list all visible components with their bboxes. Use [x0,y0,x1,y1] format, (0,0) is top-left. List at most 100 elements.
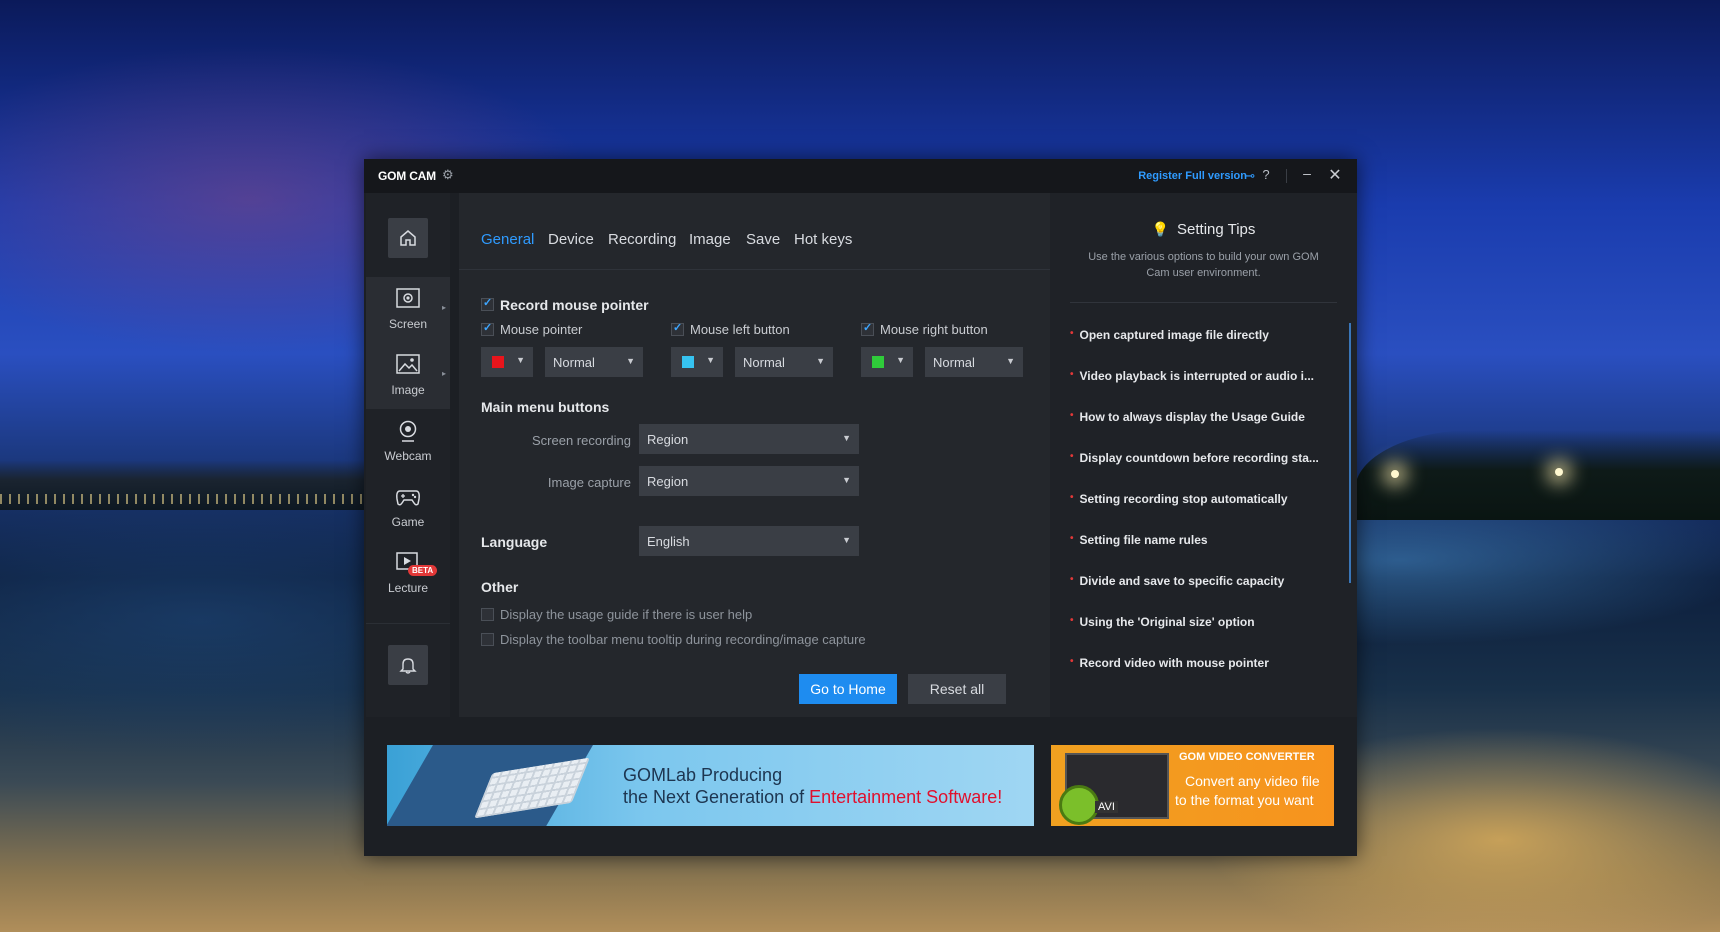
nav-item-webcam[interactable]: Webcam [366,409,450,475]
mouse-pointer-color-picker[interactable]: ▼ [481,347,533,377]
tab-save[interactable]: Save [746,231,780,248]
mouse-left-color-picker[interactable]: ▼ [671,347,723,377]
app-title: GOM CAM [378,169,436,183]
bullet-icon: • [1070,410,1074,421]
select-value: Region [647,474,689,489]
image-capture-select[interactable]: Region ▼ [639,466,859,496]
select-value: English [647,534,690,549]
chevron-down-icon: ▼ [816,356,825,366]
title-bar[interactable]: GOM CAM ⚙ Register Full version ⊸ ? – ✕ [364,159,1357,193]
register-full-version-link[interactable]: Register Full version [1138,170,1247,182]
title-divider [1286,169,1287,183]
tip-item[interactable]: • Record video with mouse pointer [1070,656,1332,670]
mouse-right-button-label: Mouse right button [880,322,988,338]
usage-guide-option[interactable]: Display the usage guide if there is user… [481,606,752,622]
gom-video-converter-banner[interactable]: AVI GOM VIDEO CONVERTER Convert any vide… [1051,745,1334,826]
screen-recording-label: Screen recording [532,433,631,448]
banner-line-2: the Next Generation of Entertainment Sof… [623,787,1002,808]
usage-guide-checkbox[interactable] [481,608,494,622]
mouse-right-button-option[interactable]: Mouse right button [861,321,988,337]
background-shore-right [1355,430,1720,520]
select-value: Region [647,432,689,447]
tip-item[interactable]: • Using the 'Original size' option [1070,615,1332,629]
image-icon [396,354,420,374]
nav-divider [366,623,450,624]
home-button[interactable] [388,218,428,258]
toolbar-tooltip-label: Display the toolbar menu tooltip during … [500,632,866,648]
screen-record-icon [396,288,420,308]
tip-item[interactable]: • Setting file name rules [1070,533,1332,547]
tip-item[interactable]: • Divide and save to specific capacity [1070,574,1332,588]
banner-line-2-prefix: the Next Generation of [623,787,810,807]
go-to-home-button[interactable]: Go to Home [799,674,897,704]
nav-item-screen[interactable]: Screen ▸ [366,277,450,343]
screen-recording-select[interactable]: Region ▼ [639,424,859,454]
settings-tabs: General Device Recording Image Save Hot … [459,193,1087,270]
tab-device[interactable]: Device [548,231,594,248]
mouse-right-size-select[interactable]: Normal ▼ [925,347,1023,377]
tip-text: Divide and save to specific capacity [1079,574,1285,588]
tab-hot-keys[interactable]: Hot keys [794,231,852,248]
chevron-down-icon: ▼ [842,535,851,545]
mouse-pointer-size-select[interactable]: Normal ▼ [545,347,643,377]
tips-divider [1070,302,1337,303]
lamp-light [1555,468,1563,476]
tip-item[interactable]: • Setting recording stop automatically [1070,492,1332,506]
tip-item[interactable]: • How to always display the Usage Guide [1070,410,1332,424]
gamepad-icon [396,490,420,506]
bullet-icon: • [1070,369,1074,380]
nav-item-image[interactable]: Image ▸ [366,343,450,409]
record-mouse-pointer-checkbox[interactable] [481,296,494,312]
tab-image[interactable]: Image [689,231,731,248]
toolbar-tooltip-checkbox[interactable] [481,633,494,647]
left-nav: Screen ▸ Image ▸ Webcam Game BETA Lectur… [366,193,450,717]
chevron-down-icon: ▼ [896,355,905,365]
tips-scrollbar[interactable] [1349,323,1351,583]
mouse-left-size-select[interactable]: Normal ▼ [735,347,833,377]
notifications-button[interactable] [388,645,428,685]
home-icon [400,230,416,246]
tip-item[interactable]: • Open captured image file directly [1070,328,1332,342]
record-mouse-pointer-option[interactable]: Record mouse pointer [481,296,649,313]
lightbulb-icon: 💡 [1151,221,1170,237]
mouse-right-color-picker[interactable]: ▼ [861,347,913,377]
settings-content: General Device Recording Image Save Hot … [459,193,1087,717]
chevron-down-icon: ▼ [626,356,635,366]
nav-item-lecture[interactable]: BETA Lecture [366,541,450,607]
bullet-icon: • [1070,492,1074,503]
nav-item-game[interactable]: Game [366,475,450,541]
tip-item[interactable]: • Video playback is interrupted or audio … [1070,369,1332,383]
bullet-icon: • [1070,328,1074,339]
select-value: Normal [553,355,595,370]
converter-line-1: Convert any video file [1185,773,1320,789]
tip-text: Open captured image file directly [1079,328,1269,342]
other-heading: Other [481,579,519,595]
bell-icon [399,658,417,674]
nav-label-webcam: Webcam [384,449,432,463]
mouse-pointer-option[interactable]: Mouse pointer [481,321,582,337]
minimize-button[interactable]: – [1299,165,1315,181]
language-heading: Language [481,534,548,550]
gomlab-banner[interactable]: GOMLab Producing the Next Generation of … [387,745,1034,826]
mouse-left-button-option[interactable]: Mouse left button [671,321,790,337]
tip-text: Setting recording stop automatically [1079,492,1288,506]
background-shore-left [0,460,370,510]
tip-item[interactable]: • Display countdown before recording sta.… [1070,451,1332,465]
mouse-pointer-checkbox[interactable] [481,321,494,337]
mouse-left-button-checkbox[interactable] [671,321,684,337]
select-value: Normal [933,355,975,370]
tab-general[interactable]: General [481,231,534,248]
tip-text: Using the 'Original size' option [1079,615,1255,629]
mouse-right-button-checkbox[interactable] [861,321,874,337]
gear-icon[interactable]: ⚙ [442,167,454,183]
close-button[interactable]: ✕ [1327,165,1343,185]
help-button[interactable]: ? [1259,167,1273,182]
converter-title: GOM VIDEO CONVERTER [1179,751,1315,763]
toolbar-tooltip-option[interactable]: Display the toolbar menu tooltip during … [481,631,866,647]
chevron-down-icon: ▼ [842,433,851,443]
setting-tips-description: Use the various options to build your ow… [1088,251,1319,279]
tab-recording[interactable]: Recording [608,231,676,248]
key-icon[interactable]: ⊸ [1244,168,1255,184]
language-select[interactable]: English ▼ [639,526,859,556]
reset-all-button[interactable]: Reset all [908,674,1006,704]
